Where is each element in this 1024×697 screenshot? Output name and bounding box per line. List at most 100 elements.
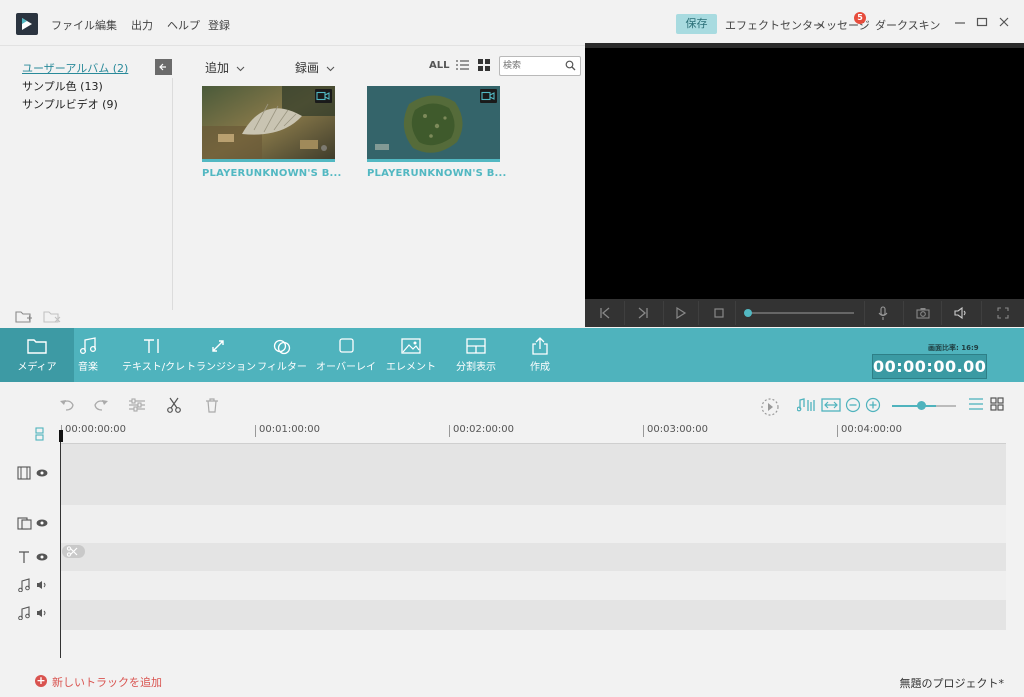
pip-track[interactable]: [61, 505, 1006, 543]
preview-viewer[interactable]: [585, 43, 1024, 299]
grid-view-icon[interactable]: [478, 59, 490, 71]
audio-mixer-icon[interactable]: [797, 397, 817, 413]
text-icon: [17, 550, 31, 564]
zoom-slider-track-rest[interactable]: [936, 405, 956, 407]
skip-back-icon[interactable]: [597, 305, 613, 321]
media-clip-thumbnail[interactable]: [367, 86, 500, 162]
tool-text[interactable]: テキスト/クレ: [122, 328, 185, 382]
zoom-out-icon[interactable]: [845, 397, 861, 413]
snapshot-camera-icon[interactable]: [915, 305, 931, 321]
delete-folder-icon[interactable]: [43, 309, 61, 324]
search-icon[interactable]: [565, 60, 576, 71]
preview-separator: [624, 301, 625, 325]
playhead-handle[interactable]: [59, 430, 63, 442]
menu-file[interactable]: ファイル: [51, 17, 95, 33]
effects-center-link[interactable]: エフェクトセンター: [725, 17, 824, 33]
preview-controls: [585, 299, 1024, 327]
filter-all-button[interactable]: ALL: [429, 60, 449, 71]
adjust-icon[interactable]: [128, 397, 146, 413]
timeline-ruler[interactable]: 00:00:00:00 00:01:00:00 00:02:00:00 00:0…: [61, 425, 1006, 444]
record-dropdown[interactable]: 録画: [295, 59, 335, 76]
grid-view-icon[interactable]: [990, 397, 1004, 411]
menu-register[interactable]: 登録: [208, 17, 230, 33]
zoom-slider-track[interactable]: [892, 405, 936, 407]
microphone-icon[interactable]: [875, 305, 891, 321]
zoom-in-icon[interactable]: [865, 397, 881, 413]
close-icon[interactable]: [997, 15, 1011, 29]
stop-icon[interactable]: [711, 305, 727, 321]
speaker-icon[interactable]: [36, 580, 48, 590]
speaker-icon[interactable]: [36, 608, 48, 618]
overlay-track-icon: [17, 516, 33, 530]
volume-icon[interactable]: [953, 305, 969, 321]
collapse-panel-button[interactable]: [155, 59, 172, 75]
render-preview-icon[interactable]: [760, 397, 780, 417]
menu-export[interactable]: 出力: [131, 17, 153, 33]
film-icon: [17, 466, 31, 480]
split-marker-icon[interactable]: [62, 545, 85, 558]
cut-icon[interactable]: [166, 397, 182, 413]
fit-timeline-icon[interactable]: [821, 397, 841, 413]
tool-overlay[interactable]: オーバーレイ: [316, 328, 376, 382]
tool-transition[interactable]: トランジション: [186, 328, 256, 382]
tool-export[interactable]: 作成: [518, 328, 562, 382]
video-camera-icon: [315, 89, 332, 103]
text-track[interactable]: [61, 543, 1006, 571]
fullscreen-icon[interactable]: [995, 305, 1011, 321]
tool-music-label: 音楽: [78, 362, 98, 373]
new-folder-icon[interactable]: [15, 309, 33, 324]
add-media-dropdown[interactable]: 追加: [205, 59, 245, 76]
tree-item-user-album[interactable]: ユーザーアルバム (2): [22, 60, 128, 76]
search-box[interactable]: [499, 56, 581, 76]
playhead-line[interactable]: [60, 432, 61, 658]
video-camera-icon: [480, 89, 497, 103]
tool-element[interactable]: エレメント: [384, 328, 438, 382]
tool-music[interactable]: 音楽: [68, 328, 108, 382]
tree-item-sample-colors[interactable]: サンプル色 (13): [22, 78, 103, 94]
messages-badge: 5: [854, 12, 866, 24]
media-clip-thumbnail[interactable]: [202, 86, 335, 162]
tool-filter-label: フィルター: [257, 362, 307, 373]
preview-separator: [903, 301, 904, 325]
next-frame-icon[interactable]: [635, 305, 651, 321]
tool-media[interactable]: メディア: [0, 328, 74, 382]
preview-progress-knob[interactable]: [744, 309, 752, 317]
audio-track[interactable]: [61, 600, 1006, 630]
play-icon[interactable]: [672, 305, 688, 321]
dark-skin-link[interactable]: ダークスキン: [875, 17, 940, 33]
menu-help[interactable]: ヘルプ: [167, 17, 200, 33]
add-track-link[interactable]: 新しいトラックを追加: [52, 674, 162, 690]
timecode-display: 00:00:00.00: [872, 354, 987, 379]
eye-icon[interactable]: [36, 553, 48, 561]
project-name: 無題のプロジェクト*: [899, 677, 1005, 690]
maximize-icon[interactable]: [975, 15, 989, 29]
media-clip-label: PLAYERUNKNOWN'S B...: [367, 168, 507, 179]
menu-edit[interactable]: 編集: [95, 17, 117, 33]
preview-separator: [864, 301, 865, 325]
preview-top-strip: [585, 43, 1024, 48]
tool-element-label: エレメント: [386, 362, 436, 373]
undo-icon[interactable]: [58, 397, 76, 413]
tool-split-screen[interactable]: 分割表示: [448, 328, 504, 382]
eye-icon[interactable]: [36, 519, 48, 527]
redo-icon[interactable]: [92, 397, 110, 413]
preview-separator: [698, 301, 699, 325]
preview-progress-track[interactable]: [746, 312, 854, 314]
eye-icon[interactable]: [36, 469, 48, 477]
tool-overlay-label: オーバーレイ: [316, 362, 376, 373]
tool-split-screen-label: 分割表示: [456, 362, 496, 373]
tool-filter[interactable]: フィルター: [256, 328, 308, 382]
save-button[interactable]: 保存: [676, 14, 717, 34]
video-track[interactable]: [61, 444, 1006, 505]
audio-track[interactable]: [61, 571, 1006, 600]
minimize-icon[interactable]: [953, 15, 967, 29]
add-track-icon[interactable]: +: [35, 675, 47, 687]
list-view-icon[interactable]: [968, 397, 984, 411]
snap-icon[interactable]: [34, 427, 46, 441]
search-input[interactable]: [503, 59, 563, 73]
tree-item-sample-videos[interactable]: サンプルビデオ (9): [22, 96, 118, 112]
zoom-slider-knob[interactable]: [917, 401, 926, 410]
delete-icon[interactable]: [204, 397, 220, 413]
preview-separator: [735, 301, 736, 325]
list-view-icon[interactable]: [456, 59, 469, 71]
